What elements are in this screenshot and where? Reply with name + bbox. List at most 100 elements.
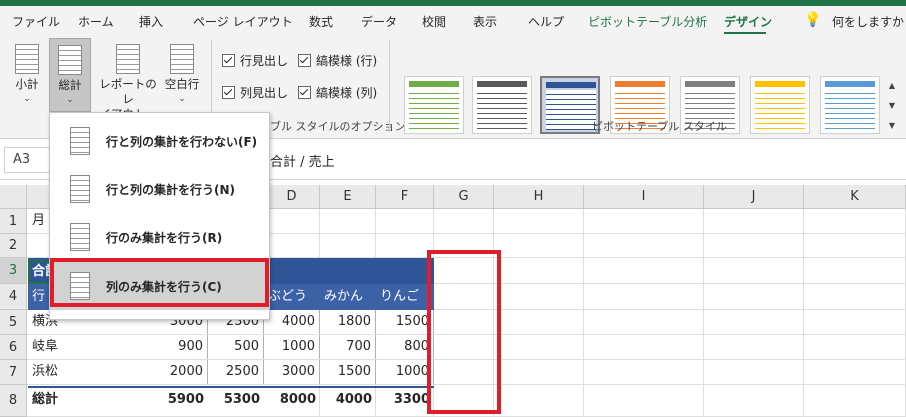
value-cell[interactable]: 2500 <box>208 360 264 384</box>
grand-total-value[interactable]: 4000 <box>320 386 376 410</box>
row-header[interactable]: 7 <box>0 360 27 385</box>
menu-item-label: 行と列の集計を行う(N) <box>106 182 236 197</box>
tab-file[interactable]: ファイル <box>12 13 60 30</box>
value-cell[interactable]: 1800 <box>320 310 376 334</box>
checkbox-checked-icon <box>222 54 235 67</box>
subtotals-button[interactable]: 小計 ⌄ <box>10 38 44 110</box>
grand-total-value[interactable]: 3300 <box>376 386 434 410</box>
value-cell[interactable]: 4000 <box>264 310 320 334</box>
swatch-header <box>825 81 875 87</box>
lightbulb-icon[interactable]: 💡 <box>804 12 821 28</box>
tab-pivot-analyze[interactable]: ピボットテーブル分析 <box>588 13 707 30</box>
grid-icon <box>70 175 90 203</box>
tab-page-layout[interactable]: ページ レイアウト <box>193 13 293 30</box>
tab-review[interactable]: 校閲 <box>422 13 446 30</box>
pivot-style-swatch[interactable] <box>404 76 464 134</box>
tab-view[interactable]: 表示 <box>473 13 497 30</box>
menu-item-rows-only[interactable]: 行のみ集計を行う(R) <box>50 213 269 261</box>
row-header[interactable]: 6 <box>0 335 27 360</box>
subtotals-label: 小計 <box>15 77 39 91</box>
swatch-body <box>546 90 596 130</box>
column-header[interactable]: F <box>376 185 434 209</box>
column-header[interactable]: J <box>704 185 804 209</box>
pivot-style-swatch[interactable] <box>820 76 880 134</box>
swatch-header <box>409 81 459 87</box>
value-cell[interactable]: 3000 <box>264 360 320 384</box>
grand-total-value[interactable]: 5900 <box>118 386 208 410</box>
value-cell[interactable]: 800 <box>376 335 434 359</box>
tab-home[interactable]: ホーム <box>78 13 114 30</box>
cell-d4[interactable]: ぶどう <box>264 285 320 309</box>
group-separator <box>389 40 390 132</box>
tab-help[interactable]: ヘルプ <box>528 13 564 30</box>
row-header[interactable]: 2 <box>0 234 27 258</box>
row-header[interactable]: 3 <box>0 258 27 284</box>
row-header[interactable]: 1 <box>0 209 27 234</box>
gallery-scroll: ▲ ▼ ▼ <box>886 76 898 136</box>
grand-total-value[interactable]: 8000 <box>264 386 320 410</box>
row-header[interactable]: 5 <box>0 310 27 335</box>
column-header[interactable]: I <box>584 185 704 209</box>
tell-me-search[interactable]: 何をしますか <box>832 13 904 30</box>
column-header[interactable]: K <box>804 185 906 209</box>
value-cell[interactable]: 900 <box>118 335 208 359</box>
value-cell[interactable]: 1500 <box>376 310 434 334</box>
column-header[interactable]: G <box>434 185 494 209</box>
row-headers-checkbox[interactable]: 行見出し <box>222 52 288 69</box>
subtotals-icon <box>15 44 39 74</box>
swatch-body <box>477 89 527 129</box>
grand-total-value[interactable]: 5300 <box>208 386 264 410</box>
formula-input[interactable]: 合計 / 売上 <box>270 151 335 170</box>
banded-rows-checkbox[interactable]: 縞模様 (行) <box>298 52 377 69</box>
menu-item-label: 行のみ集計を行う(R) <box>106 230 223 245</box>
col-headers-checkbox[interactable]: 列見出し <box>222 84 288 101</box>
tab-design[interactable]: デザイン <box>724 13 772 30</box>
style-options-group-label: ブル スタイルのオプション <box>270 120 406 133</box>
value-cell[interactable]: 1000 <box>376 360 434 384</box>
row-label-cell[interactable]: 浜松 <box>28 360 118 384</box>
ribbon-tab-bar: ファイル ホーム 挿入 ページ レイアウト 数式 データ 校閲 表示 ヘルプ ピ… <box>0 6 906 34</box>
select-all-corner[interactable] <box>0 185 27 209</box>
value-cell[interactable]: 700 <box>320 335 376 359</box>
value-cell[interactable]: 2000 <box>118 360 208 384</box>
row-header[interactable]: 8 <box>0 385 27 417</box>
cell-f4[interactable]: りんご <box>376 285 434 309</box>
checkbox-checked-icon <box>222 86 235 99</box>
chevron-up-icon[interactable]: ▲ <box>886 76 898 96</box>
report-layout-button[interactable]: レポートのレ イアウト ⌄ <box>96 38 160 121</box>
report-layout-icon <box>116 44 140 74</box>
grand-totals-button[interactable]: 総計 ⌄ <box>49 38 91 112</box>
blank-rows-button[interactable]: 空白行 ⌄ <box>162 38 202 110</box>
tab-data[interactable]: データ <box>361 13 397 30</box>
swatch-header <box>477 81 527 87</box>
blank-rows-icon <box>170 44 194 74</box>
more-icon[interactable]: ▼ <box>886 116 898 136</box>
pivot-style-swatch[interactable] <box>750 76 810 134</box>
tab-formulas[interactable]: 数式 <box>309 13 333 30</box>
grid-line <box>493 209 494 417</box>
value-cell[interactable]: 1500 <box>320 360 376 384</box>
pivot-style-swatch-selected[interactable] <box>540 76 600 134</box>
styles-group-label: ピボットテーブル スタイル <box>592 120 727 133</box>
tab-insert[interactable]: 挿入 <box>139 13 163 30</box>
value-cell[interactable]: 500 <box>208 335 264 359</box>
banded-cols-checkbox[interactable]: 縞模様 (列) <box>298 84 377 101</box>
cell-e4[interactable]: みかん <box>320 285 376 309</box>
chevron-down-icon: ⌄ <box>66 95 74 105</box>
grid-icon <box>70 127 90 155</box>
column-header[interactable]: H <box>494 185 584 209</box>
row-header[interactable]: 4 <box>0 284 27 310</box>
swatch-header <box>546 82 596 88</box>
column-header[interactable]: D <box>264 185 320 209</box>
value-cell[interactable]: 1000 <box>264 335 320 359</box>
grand-totals-icon <box>58 45 82 75</box>
column-header[interactable]: E <box>320 185 376 209</box>
checkbox-checked-icon <box>298 86 311 99</box>
grand-total-label[interactable]: 総計 <box>28 386 118 410</box>
menu-item-columns-only[interactable]: 列のみ集計を行う(C) <box>50 262 269 310</box>
menu-item-off-rows-cols[interactable]: 行と列の集計を行わない(F) <box>50 117 269 165</box>
row-label-cell[interactable]: 岐阜 <box>28 335 118 359</box>
chevron-down-icon[interactable]: ▼ <box>886 96 898 116</box>
pivot-style-swatch[interactable] <box>472 76 532 134</box>
menu-item-on-rows-cols[interactable]: 行と列の集計を行う(N) <box>50 165 269 213</box>
